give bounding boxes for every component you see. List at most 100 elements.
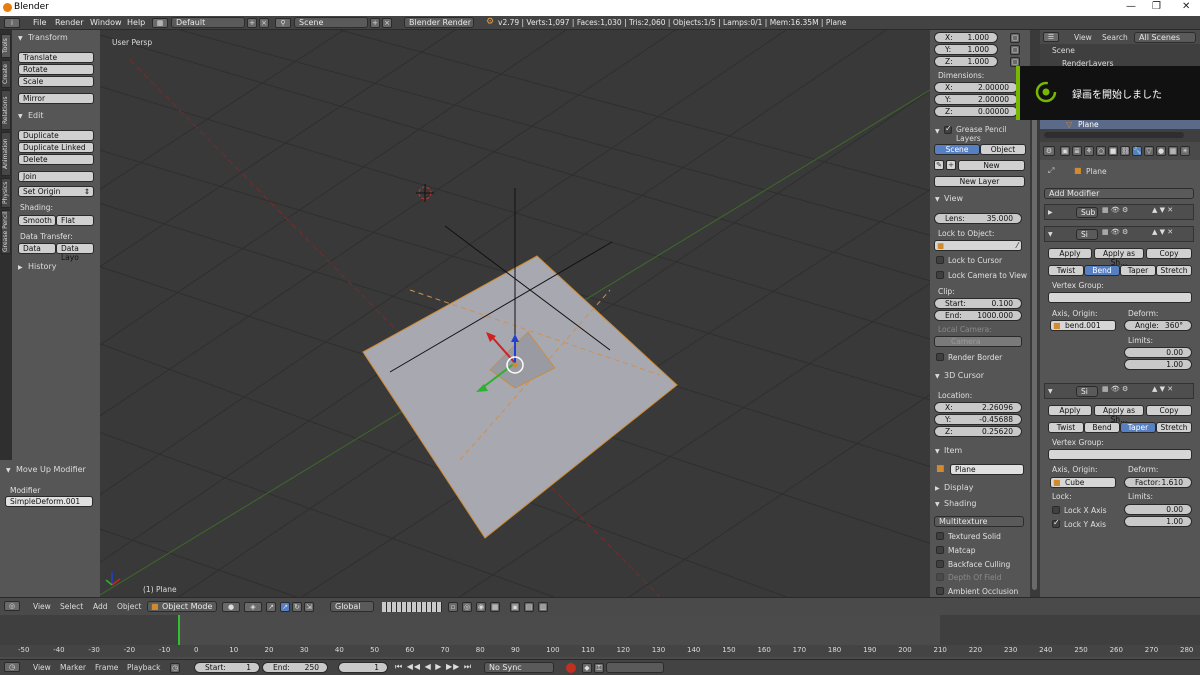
viewport-shading-icon[interactable]: ● <box>222 602 240 612</box>
snap-element-icon[interactable]: ▦ <box>490 602 500 612</box>
dim-x-field[interactable]: X: 2.00000 <box>934 82 1018 93</box>
mod2-apply-button[interactable]: Apply <box>1048 248 1092 259</box>
editor-type-icon[interactable]: i <box>4 18 20 28</box>
layer-buttons[interactable] <box>382 602 442 612</box>
mod2-move-icons[interactable]: ▲ ▼ ✕ <box>1152 228 1173 236</box>
rotate-button[interactable]: Rotate <box>18 64 94 75</box>
shading-mode-dropdown[interactable]: Multitexture <box>934 516 1024 527</box>
menu-window[interactable]: Window <box>90 18 122 27</box>
select-menu[interactable]: Select <box>60 602 83 611</box>
outliner-search-menu[interactable]: Search <box>1102 33 1128 42</box>
delete-button[interactable]: Delete <box>18 154 94 165</box>
object-tab-icon[interactable]: ■ <box>1108 146 1118 156</box>
close-button[interactable]: ✕ <box>1182 1 1190 12</box>
overlay-icon[interactable]: ▥ <box>538 602 548 612</box>
modifier-tab-icon[interactable]: 🔧 <box>1132 146 1142 156</box>
grease-new-button[interactable]: New <box>958 160 1025 171</box>
world-tab-icon[interactable]: ○ <box>1096 146 1106 156</box>
current-frame-marker[interactable] <box>178 615 180 645</box>
cursor-z-field[interactable]: Z: 0.25620 <box>934 426 1022 437</box>
snap-toggle-icon[interactable]: ◉ <box>476 602 486 612</box>
mod2-apply-as-button[interactable]: Apply as Sh... <box>1094 248 1144 267</box>
smooth-button[interactable]: Smooth <box>18 215 56 226</box>
scale-manipulator-icon[interactable]: ⇲ <box>304 602 314 612</box>
layout-icon[interactable]: ▦ <box>152 18 168 28</box>
scene-tab-icon[interactable]: ⚘ <box>1084 146 1094 156</box>
orientation-dropdown[interactable]: Global <box>330 601 374 612</box>
props-type-icon[interactable]: ⚙ <box>1043 146 1055 156</box>
mod2-copy-button[interactable]: Copy <box>1146 248 1192 259</box>
dof-checkbox[interactable] <box>936 573 944 581</box>
dim-z-field[interactable]: Z: 0.00000 <box>934 106 1018 117</box>
scrollbar-thumb[interactable] <box>1032 70 1037 590</box>
duplicate-button[interactable]: Duplicate <box>18 130 94 141</box>
view-menu[interactable]: View <box>33 602 51 611</box>
menu-render[interactable]: Render <box>55 18 83 27</box>
tab-physics[interactable]: Physics <box>1 178 11 208</box>
data-tab-icon[interactable]: ▽ <box>1144 146 1154 156</box>
pivot-icon[interactable]: ◈ <box>244 602 262 612</box>
item-name-field[interactable]: Plane <box>950 464 1024 475</box>
new-layer-button[interactable]: New Layer <box>934 176 1025 187</box>
mod3-apply-as-button[interactable]: Apply as Sh... <box>1094 405 1144 424</box>
clip-start-field[interactable]: Start: 0.100 <box>934 298 1022 309</box>
opengl-anim-icon[interactable]: ▤ <box>524 602 534 612</box>
edit-panel-title[interactable]: Edit <box>28 111 44 120</box>
operator-title[interactable]: Move Up Modifier <box>16 465 86 474</box>
backface-checkbox[interactable] <box>936 560 944 568</box>
set-origin-dropdown[interactable]: Set Origin ⇕ <box>18 186 94 197</box>
preview-range-icon[interactable]: ◷ <box>170 663 180 673</box>
render-engine-dropdown[interactable]: Blender Render <box>404 17 474 28</box>
current-frame-field[interactable]: 1 <box>338 662 388 673</box>
item-collapse-icon[interactable]: ▼ <box>935 448 940 455</box>
mod2-taper-tab[interactable]: Taper <box>1120 265 1156 276</box>
keying-set-field[interactable] <box>606 662 664 673</box>
playback-controls[interactable]: ⏮ ◀◀ ◀ ▶ ▶▶ ⏭ <box>395 662 472 672</box>
tab-relations[interactable]: Relations <box>1 90 11 130</box>
record-icon[interactable] <box>566 663 576 673</box>
cursor-collapse-icon[interactable]: ▼ <box>935 373 940 380</box>
mod3-stretch-tab[interactable]: Stretch <box>1156 422 1192 433</box>
menu-help[interactable]: Help <box>127 18 145 27</box>
mod1-move-icons[interactable]: ▲ ▼ ✕ <box>1152 206 1173 214</box>
data-button[interactable]: Data <box>18 243 56 254</box>
transform-collapse-icon[interactable]: ▼ <box>18 35 23 42</box>
add-scene-icon[interactable]: + <box>370 18 380 28</box>
scene-dropdown[interactable]: Scene <box>294 17 368 28</box>
matcap-checkbox[interactable] <box>936 546 944 554</box>
display-expand-icon[interactable]: ▶ <box>935 485 940 492</box>
outliner-filter-dropdown[interactable]: All Scenes <box>1134 32 1196 43</box>
item-panel-title[interactable]: Item <box>944 446 962 455</box>
mod2-toggle-icons[interactable]: ▦ 👁 ⚙ <box>1102 228 1128 236</box>
object-menu[interactable]: Object <box>117 602 141 611</box>
history-expand-icon[interactable]: ▶ <box>18 264 23 271</box>
outliner-scrollbar[interactable] <box>1044 132 1184 138</box>
mod3-limit-max-field[interactable]: 1.00 <box>1124 516 1192 527</box>
mod2-limit-max-field[interactable]: 1.00 <box>1124 359 1192 370</box>
lens-field[interactable]: Lens: 35.000 <box>934 213 1022 224</box>
remove-scene-icon[interactable]: × <box>382 18 392 28</box>
mod3-collapse-icon[interactable]: ▼ <box>1048 388 1053 395</box>
timeline-editor-icon[interactable]: ◷ <box>4 662 20 672</box>
scale-y-field[interactable]: Y: 1.000 <box>934 44 998 55</box>
constraint-tab-icon[interactable]: ⛓ <box>1120 146 1130 156</box>
lock-camera-checkbox[interactable] <box>936 271 944 279</box>
scale-z-field[interactable]: Z: 1.000 <box>934 56 998 67</box>
add-layout-icon[interactable]: + <box>247 18 257 28</box>
tab-tools[interactable]: Tools <box>1 34 11 58</box>
mod3-copy-button[interactable]: Copy <box>1146 405 1192 416</box>
sync-dropdown[interactable]: No Sync <box>484 662 554 673</box>
cursor-panel-title[interactable]: 3D Cursor <box>944 371 984 380</box>
mod3-twist-tab[interactable]: Twist <box>1048 422 1084 433</box>
history-panel-title[interactable]: History <box>28 262 56 271</box>
mod3-toggle-icons[interactable]: ▦ 👁 ⚙ <box>1102 385 1128 393</box>
mod2-collapse-icon[interactable]: ▼ <box>1048 231 1053 238</box>
layout-dropdown[interactable]: Default <box>171 17 245 28</box>
add-modifier-dropdown[interactable]: Add Modifier <box>1044 188 1194 199</box>
proportional-edit-icon[interactable]: ◎ <box>462 602 472 612</box>
outliner-plane-item[interactable]: Plane <box>1078 120 1099 129</box>
mod2-twist-tab[interactable]: Twist <box>1048 265 1084 276</box>
transform-panel-title[interactable]: Transform <box>28 33 68 42</box>
flat-button[interactable]: Flat <box>56 215 94 226</box>
particles-tab-icon[interactable]: ✳ <box>1180 146 1190 156</box>
